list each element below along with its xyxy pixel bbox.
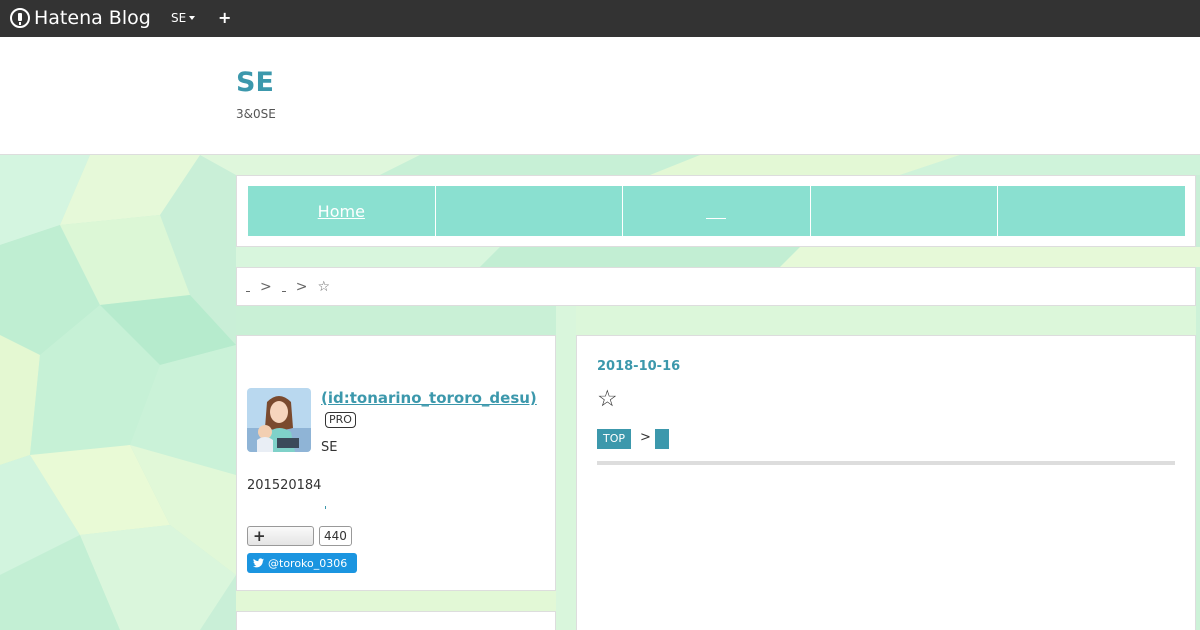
profile-name-link[interactable]: (id:tonarino_tororo_desu)	[321, 389, 537, 407]
reader-follow-button[interactable]: +	[247, 526, 314, 546]
new-post-plus-button[interactable]: +	[218, 8, 231, 27]
breadcrumb: > > ☆	[236, 267, 1196, 306]
blog-description: 3&0SE	[236, 107, 276, 121]
profile-description: SE	[321, 440, 338, 455]
nav-item-5[interactable]	[998, 186, 1185, 236]
pro-badge: PRO	[325, 412, 356, 428]
plus-icon: +	[253, 527, 266, 545]
breadcrumb-current: ☆	[317, 278, 331, 295]
category-separator: >	[640, 430, 651, 445]
hatena-blog-logo[interactable]: Hatena Blog	[10, 8, 151, 28]
nav-item-2[interactable]	[436, 186, 624, 236]
entry-divider	[597, 461, 1175, 465]
entry-article: 2018-10-16 ☆ TOP >	[576, 335, 1196, 630]
nav-item-3-label	[706, 217, 727, 219]
sidebar-profile-module: (id:tonarino_tororo_desu) PRO SE 2015201…	[236, 335, 556, 591]
sidebar-module	[236, 611, 556, 630]
caret-down-icon	[189, 16, 196, 20]
blog-menu-dropdown[interactable]: SE	[171, 11, 196, 25]
avatar-illustration	[247, 388, 311, 452]
blog-title[interactable]: SE	[236, 67, 274, 98]
breadcrumb-link-top[interactable]	[246, 291, 250, 292]
twitter-follow-button[interactable]: @toroko_0306	[247, 553, 357, 573]
global-navigation: Home	[236, 175, 1196, 247]
nav-bar: Home	[248, 186, 1185, 236]
nav-item-home[interactable]: Home	[248, 186, 436, 236]
avatar[interactable]	[247, 388, 311, 452]
breadcrumb-separator: >	[295, 278, 308, 295]
hatena-global-bar: Hatena Blog SE +	[0, 0, 1200, 37]
hatena-logo-icon	[10, 8, 30, 28]
category-tag-top[interactable]: TOP	[597, 429, 632, 449]
profile-link-mark[interactable]	[325, 506, 326, 509]
category-tag[interactable]	[655, 429, 669, 449]
brand-name: Hatena Blog	[34, 7, 151, 29]
entry-title[interactable]: ☆	[597, 386, 618, 412]
twitter-handle: @toroko_0306	[268, 556, 348, 570]
nav-item-4[interactable]	[811, 186, 999, 236]
profile-text: 201520184	[247, 478, 322, 493]
nav-item-3[interactable]	[623, 186, 811, 236]
breadcrumb-link-category[interactable]	[281, 291, 286, 292]
twitter-bird-icon	[253, 558, 264, 568]
entry-date-link[interactable]: 2018-10-16	[597, 359, 680, 374]
follower-count: 440	[319, 526, 352, 546]
blog-header: SE 3&0SE	[0, 37, 1200, 155]
blog-menu-label: SE	[171, 11, 187, 25]
breadcrumb-separator: >	[260, 278, 272, 295]
